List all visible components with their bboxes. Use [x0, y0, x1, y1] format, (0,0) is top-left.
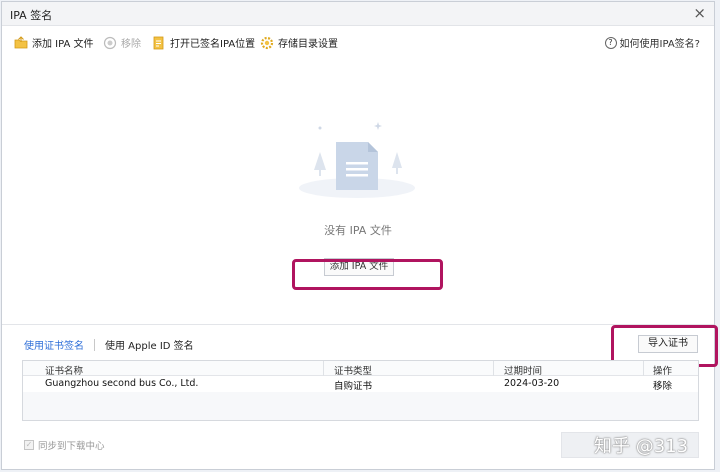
section-divider: [2, 324, 714, 325]
storage-settings-button[interactable]: 存储目录设置: [260, 35, 338, 50]
ipa-sign-window: IPA 签名 × 添加 IPA 文件 移除 打开已签名IPA位置 存储目录设置 …: [1, 1, 718, 470]
cert-table: 证书名称 证书类型 过期时间 操作 Guangzhou second bus C…: [22, 360, 699, 421]
close-icon[interactable]: ×: [693, 4, 706, 22]
open-signed-location-button[interactable]: 打开已签名IPA位置: [152, 35, 255, 50]
table-row-empty: [23, 392, 698, 420]
help-label: 如何使用IPA签名?: [619, 39, 701, 50]
cert-name: Guangzhou second bus Co., Ltd.: [45, 378, 199, 389]
col-action: 操作: [653, 366, 673, 377]
tab-cert-sign[interactable]: 使用证书签名: [24, 337, 84, 352]
tab-apple-id-sign[interactable]: 使用 Apple ID 签名: [105, 337, 194, 352]
col-divider: [323, 361, 324, 376]
open-signed-location-label: 打开已签名IPA位置: [170, 39, 256, 50]
tab-separator: [94, 338, 95, 351]
cert-expiry: 2024-03-20: [504, 378, 560, 389]
sync-label: 同步到下载中心: [38, 441, 105, 452]
empty-state-message: 没有 IPA 文件: [324, 224, 392, 237]
sign-button[interactable]: [561, 432, 699, 458]
remove-cert-link[interactable]: 移除: [653, 378, 672, 392]
remove-button[interactable]: 移除: [103, 35, 141, 50]
col-expiry: 过期时间: [504, 366, 543, 377]
remove-label: 移除: [121, 39, 141, 50]
help-link[interactable]: ? 如何使用IPA签名?: [604, 35, 701, 50]
add-folder-icon: [14, 35, 28, 50]
table-row[interactable]: Guangzhou second bus Co., Ltd. 自购证书 2024…: [23, 376, 698, 392]
table-header: 证书名称 证书类型 过期时间 操作: [23, 361, 698, 377]
cert-type: 自购证书: [334, 381, 373, 392]
toolbar: 添加 IPA 文件 移除 打开已签名IPA位置 存储目录设置 ? 如何使用IPA…: [2, 30, 714, 56]
sync-checkbox[interactable]: ✓: [24, 440, 34, 450]
storage-settings-label: 存储目录设置: [278, 39, 338, 50]
title-bar: IPA 签名 ×: [2, 2, 714, 26]
col-cert-type: 证书类型: [334, 366, 373, 377]
add-ipa-file-button[interactable]: 添加 IPA 文件: [14, 35, 94, 50]
document-icon: [299, 122, 415, 198]
window-title: IPA 签名: [10, 9, 53, 22]
col-cert-name: 证书名称: [45, 366, 84, 377]
highlight-box: [292, 259, 443, 290]
cert-tab-bar: 使用证书签名 使用 Apple ID 签名: [24, 337, 194, 352]
add-ipa-file-label: 添加 IPA 文件: [32, 39, 94, 50]
sync-to-download-center[interactable]: ✓ 同步到下载中心: [24, 438, 105, 452]
remove-icon: [103, 36, 117, 50]
open-folder-icon: [152, 36, 166, 50]
empty-illustration: [292, 120, 422, 200]
col-divider: [493, 361, 494, 376]
col-divider: [643, 361, 644, 376]
help-icon: ?: [604, 36, 617, 49]
gear-icon: [260, 36, 274, 50]
